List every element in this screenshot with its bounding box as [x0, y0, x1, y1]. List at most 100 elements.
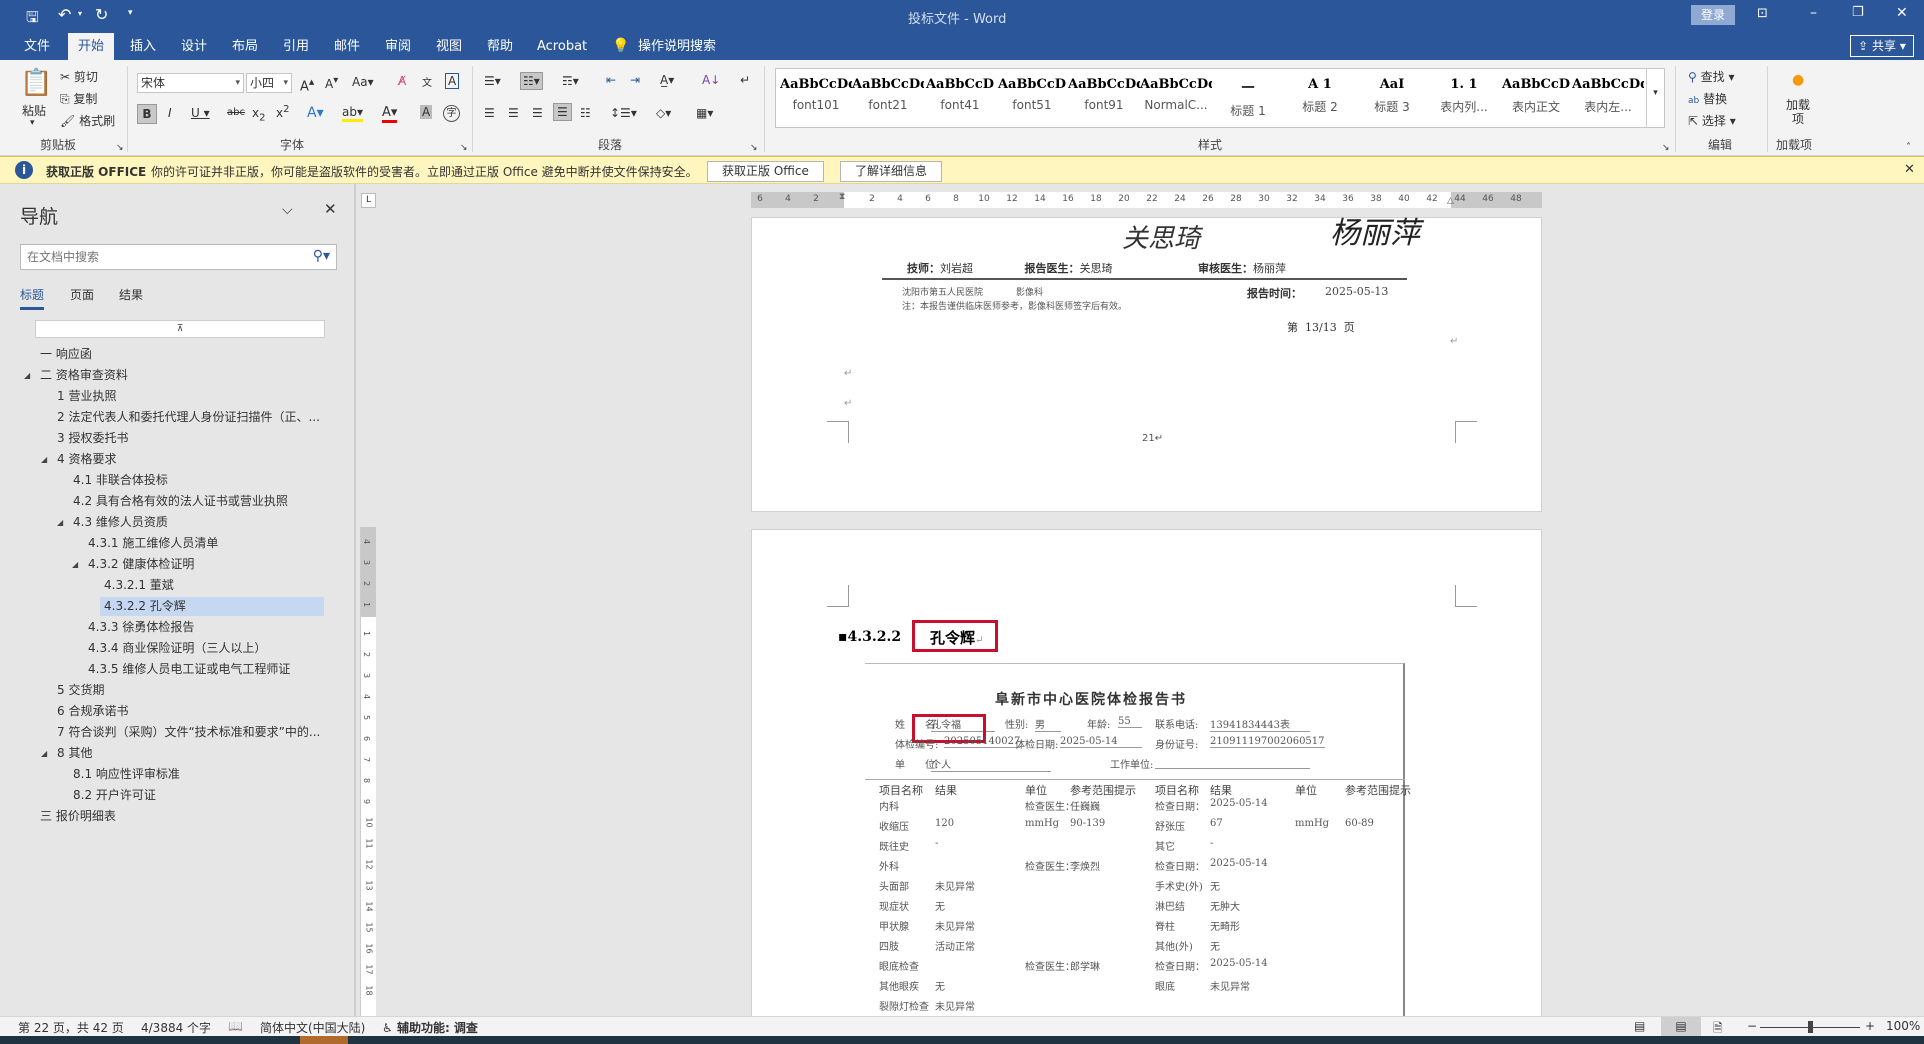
cut-button[interactable]: ✂ 剪切 [60, 68, 98, 85]
style-item[interactable]: AaBbCcD font51 [996, 69, 1068, 127]
redo-icon[interactable]: ↻ [95, 5, 108, 24]
tab-mailings[interactable]: 邮件 [324, 33, 370, 60]
heading-name[interactable]: 孔令辉↵ [930, 627, 983, 648]
minimize-button[interactable]: – [1810, 5, 1817, 21]
bullets-icon[interactable]: ☰▾ [484, 74, 501, 88]
word-count[interactable]: 4/3884 个字 [141, 1019, 211, 1036]
addins-icon[interactable]: ● [1792, 72, 1804, 88]
decrease-indent-icon[interactable]: ⇤ [606, 73, 616, 87]
undo-icon[interactable]: ↶ [58, 5, 71, 24]
align-right-icon[interactable]: ☰ [532, 106, 543, 120]
show-marks-icon[interactable]: ↵ [740, 73, 750, 87]
nav-item[interactable]: 2 法定代表人和委托代理人身份证扫描件（正、... [57, 407, 320, 428]
style-item[interactable]: AaI 标题 3 [1356, 69, 1428, 127]
vertical-ruler[interactable]: 4 3 2 1 1 2 3 4 5 6 7 8 9 10 11 12 13 14 15 16 17 18 [360, 527, 376, 1016]
nav-item[interactable]: 二 资格审查资料 [40, 365, 128, 386]
tab-home[interactable]: 开始 [68, 33, 115, 60]
horizontal-ruler[interactable]: 6 4 2 2 4 6 8 10 12 14 16 18 20 22 24 26 28 30 32 34 36 38 40 4… [751, 192, 1542, 208]
nav-item[interactable]: 8 其他 [57, 743, 92, 764]
taskbar-active-app[interactable] [300, 1036, 348, 1044]
style-item[interactable]: AaBbCcDd 表内左... [1572, 69, 1644, 127]
format-painter-button[interactable]: 🖌 格式刷 [60, 112, 115, 129]
nav-close-icon[interactable]: ✕ [324, 200, 337, 218]
tab-review[interactable]: 审阅 [375, 33, 421, 60]
expand-collapse-icon[interactable]: ◢ [41, 749, 47, 758]
proofing-icon[interactable]: 📖 [228, 1019, 243, 1033]
style-item[interactable]: AaBbCcD font41 [924, 69, 996, 127]
nav-scrollbar[interactable] [355, 184, 356, 1016]
accessibility-checker[interactable]: ♿ 辅助功能: 调查 [382, 1019, 478, 1036]
right-indent-marker[interactable]: △ [1447, 196, 1454, 206]
indent-marker[interactable]: ⧗ [839, 192, 845, 202]
line-spacing-icon[interactable]: ↕☰▾ [610, 106, 637, 120]
style-item[interactable]: 一标题 1 [1212, 69, 1284, 127]
grow-font-icon[interactable]: A▴ [300, 75, 314, 94]
style-item[interactable]: AaBbCcDdI font21 [852, 69, 924, 127]
bold-button[interactable]: B [137, 104, 157, 124]
nav-tab-results[interactable]: 结果 [119, 286, 143, 303]
nav-search-input[interactable] [21, 245, 291, 269]
tab-design[interactable]: 设计 [171, 33, 217, 60]
multilevel-list-icon[interactable]: ☶▾ [562, 74, 579, 88]
align-left-icon[interactable]: ☰ [484, 106, 495, 120]
nav-item[interactable]: 6 合规承诺书 [57, 701, 128, 722]
sort-icon[interactable]: A↓ [702, 73, 720, 87]
numbering-icon[interactable]: ☷▾ [520, 72, 543, 90]
nav-scroll-up-button[interactable]: ⊼ [35, 320, 325, 338]
page-count[interactable]: 第 22 页，共 42 页 [18, 1019, 124, 1036]
infobar-close-icon[interactable]: ✕ [1904, 162, 1915, 177]
medical-report-image[interactable]: 阜新市中心医院体检报告书 姓 名: 孔令福 性别: 男 年龄: 55 联系电话:… [865, 663, 1411, 1023]
learn-more-button[interactable]: 了解详细信息 [840, 161, 943, 182]
tab-help[interactable]: 帮助 [477, 33, 523, 60]
expand-collapse-icon[interactable]: ◢ [72, 560, 78, 569]
enclose-characters-icon[interactable]: 字 [443, 105, 460, 122]
text-effects-icon[interactable]: A▾ [307, 105, 324, 121]
zoom-in-button[interactable]: + [1865, 1019, 1875, 1033]
addins-button[interactable]: 加载项 [1786, 98, 1810, 126]
find-button[interactable]: ⚲ 查找 ▾ [1688, 68, 1734, 85]
replace-button[interactable]: ab 替换 [1688, 90, 1727, 107]
style-item[interactable]: AaBbCcD 表内正文 [1500, 69, 1572, 127]
get-genuine-button[interactable]: 获取正版 Office [707, 161, 824, 182]
nav-item[interactable]: 4.3.5 维修人员电工证或电气工程师证 [88, 659, 290, 680]
nav-item[interactable]: 三 报价明细表 [40, 806, 116, 827]
maximize-button[interactable]: ❐ [1852, 5, 1864, 20]
nav-item[interactable]: 4 资格要求 [57, 449, 116, 470]
undo-dropdown-icon[interactable]: ▾ [78, 9, 82, 18]
nav-item[interactable]: 8.1 响应性评审标准 [73, 764, 180, 785]
nav-item[interactable]: 1 营业执照 [57, 386, 116, 407]
justify-icon[interactable]: ☰ [553, 103, 572, 121]
font-size-combo[interactable]: 小四 [246, 73, 292, 93]
tab-layout[interactable]: 布局 [222, 33, 268, 60]
save-icon[interactable]: 🖫 [26, 7, 39, 32]
nav-item[interactable]: 4.3.4 商业保险证明（三人以上） [88, 638, 266, 659]
font-color-icon[interactable]: A▾ [382, 105, 398, 123]
align-center-icon[interactable]: ☰ [508, 106, 519, 120]
expand-collapse-icon[interactable]: ◢ [41, 455, 47, 464]
tab-selector[interactable]: L [361, 193, 376, 208]
nav-item[interactable]: 4.3.1 施工维修人员清单 [88, 533, 218, 554]
highlight-icon[interactable]: ab▾ [342, 105, 363, 122]
close-button[interactable]: ✕ [1896, 5, 1908, 21]
print-layout-icon[interactable]: ▤ [1661, 1017, 1701, 1036]
search-icon[interactable]: ⚲▾ [313, 248, 330, 264]
select-button[interactable]: ⇱ 选择 ▾ [1688, 112, 1736, 129]
paste-button[interactable]: 粘贴 [22, 102, 46, 119]
style-item[interactable]: A 1 标题 2 [1284, 69, 1356, 127]
nav-item[interactable]: 4.3 维修人员资质 [73, 512, 168, 533]
nav-item[interactable]: 4.1 非联合体投标 [73, 470, 168, 491]
change-case-icon[interactable]: Aa▾ [352, 75, 374, 89]
tab-references[interactable]: 引用 [273, 33, 319, 60]
nav-item[interactable]: 4.3.2 健康体检证明 [88, 554, 194, 575]
nav-item[interactable]: 5 交货期 [57, 680, 104, 701]
expand-collapse-icon[interactable]: ◢ [57, 518, 63, 527]
nav-item[interactable]: 7 符合谈判（采购）文件“技术标准和要求”中的... [57, 722, 320, 743]
tab-insert[interactable]: 插入 [120, 33, 166, 60]
chinese-layout-icon[interactable]: A̲▾ [660, 73, 674, 87]
nav-search-box[interactable]: ⚲▾ [20, 244, 337, 270]
nav-options-chevron-icon[interactable]: ⌵ [282, 202, 293, 218]
customize-qat-icon[interactable]: ▾ [128, 8, 133, 18]
italic-button[interactable]: I [168, 106, 172, 120]
nav-item[interactable]: 4.3.3 徐勇体检报告 [88, 617, 194, 638]
subscript-button[interactable]: x2 [252, 106, 265, 123]
